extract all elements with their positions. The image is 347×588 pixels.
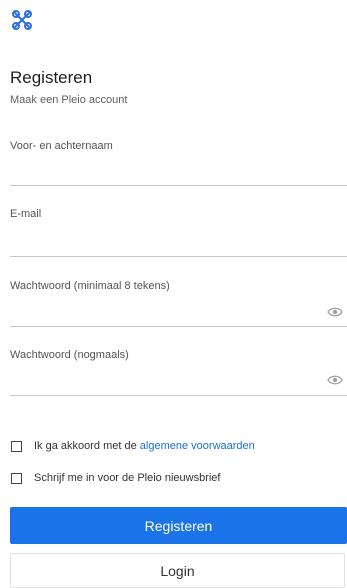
pleio-logo-icon bbox=[10, 8, 34, 32]
page-subtitle: Maak een Pleio account bbox=[10, 94, 128, 106]
email-field[interactable] bbox=[10, 232, 347, 257]
password-repeat-field[interactable] bbox=[10, 371, 347, 396]
email-label: E-mail bbox=[10, 208, 42, 220]
password-label: Wachtwoord (minimaal 8 tekens) bbox=[10, 280, 170, 292]
newsletter-label: Schrijf me in voor de Pleio nieuwsbrief bbox=[34, 472, 221, 484]
show-password-eye-icon[interactable] bbox=[327, 306, 343, 318]
login-button[interactable]: Login bbox=[10, 553, 345, 588]
name-field[interactable] bbox=[10, 161, 347, 186]
password-repeat-label: Wachtwoord (nogmaals) bbox=[10, 349, 129, 361]
register-button[interactable]: Registeren bbox=[10, 507, 347, 544]
password-field[interactable] bbox=[10, 302, 347, 327]
terms-label: Ik ga akkoord met de algemene voorwaarde… bbox=[34, 440, 255, 452]
terms-checkbox[interactable] bbox=[11, 441, 22, 452]
terms-label-prefix: Ik ga akkoord met de bbox=[34, 440, 137, 452]
terms-link[interactable]: algemene voorwaarden bbox=[140, 440, 255, 452]
page-title: Registeren bbox=[10, 68, 93, 87]
newsletter-checkbox[interactable] bbox=[11, 473, 22, 484]
name-label: Voor- en achternaam bbox=[10, 140, 113, 152]
show-password-repeat-eye-icon[interactable] bbox=[327, 374, 343, 386]
